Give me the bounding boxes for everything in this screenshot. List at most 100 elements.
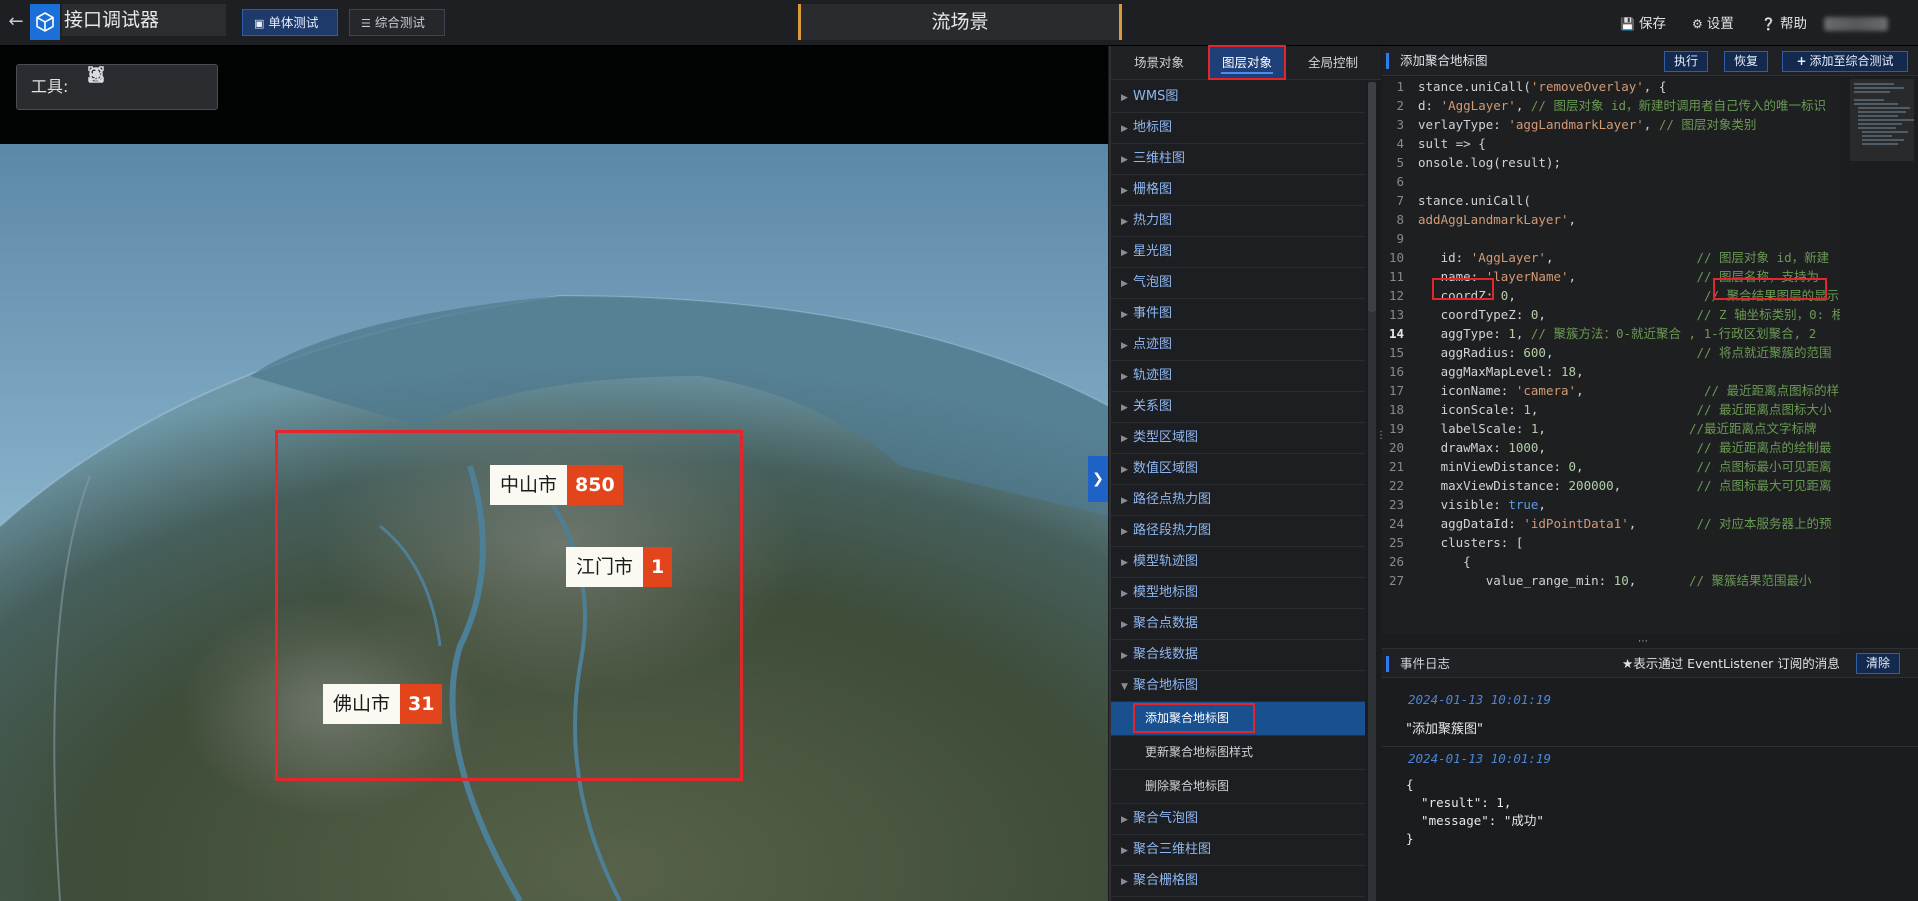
tree-subitem[interactable]: 添加聚合地标图 [1111, 702, 1365, 736]
tab-label: 综合测试 [374, 15, 425, 30]
add-to-integration-button[interactable]: + 添加至综合测试 [1782, 51, 1908, 72]
tree-item-label: 轨迹图 [1133, 368, 1173, 383]
save-icon: 💾 [1620, 17, 1635, 31]
caret-right-icon: ▶ [1121, 93, 1128, 103]
cluster-count: 31 [400, 684, 443, 724]
code-line: 23 visible: true, [1388, 497, 1546, 512]
tab-unit-test[interactable]: ▣ 单体测试 [242, 9, 338, 36]
tree-item[interactable]: ▶ 热力图 [1111, 206, 1365, 237]
log-timestamp: 2024-01-13 10:01:19 [1408, 692, 1551, 707]
tree-item[interactable]: ▶ 聚合栅格图 [1111, 866, 1365, 897]
pen-icon[interactable] [88, 66, 171, 99]
code-line: 5 onsole.log(result); [1396, 155, 1561, 170]
tree-item-label: 类型区域图 [1133, 430, 1199, 445]
arrow-left-icon[interactable]: ← [4, 10, 28, 34]
code-line: 14 aggType: 1, // 聚簇方法：0-就近聚合 , 1-行政区划聚合… [1388, 326, 1817, 341]
tree-item[interactable]: ▶ 气泡图 [1111, 268, 1365, 299]
caret-right-icon: ▶ [1121, 465, 1128, 475]
tree-item-label: 路径点热力图 [1133, 492, 1212, 507]
tree-item[interactable]: ▶ 轨迹图 [1111, 361, 1365, 392]
tree-item[interactable]: ▶ 聚合三维柱图 [1111, 835, 1365, 866]
panel-collapse-toggle[interactable]: ❯ [1088, 456, 1108, 502]
code-line: 7 stance.uniCall( [1396, 193, 1531, 208]
tree-item-label: 模型地标图 [1133, 585, 1199, 600]
tree-item-label: 聚合三维柱图 [1133, 842, 1212, 857]
layers-icon: ☰ [361, 17, 371, 30]
tree-item[interactable]: ▶ 模型地标图 [1111, 578, 1365, 609]
cluster-name: 江门市 [566, 547, 644, 587]
tree-item-label: 气泡图 [1133, 275, 1173, 290]
tab-scene-objects[interactable]: 场景对象 [1111, 46, 1207, 80]
tree-item-label: 星光图 [1133, 244, 1173, 259]
cluster-name: 中山市 [490, 465, 568, 505]
tree-item-label: 路径段热力图 [1133, 523, 1212, 538]
tree-item[interactable]: ▶ 模型轨迹图 [1111, 547, 1365, 578]
help-button[interactable]: ❔ 帮助 [1761, 14, 1807, 34]
tree-item[interactable]: ▶ 聚合气泡图 [1111, 804, 1365, 835]
tree-item[interactable]: ▶ 路径点热力图 [1111, 485, 1365, 516]
highlight-box [1713, 278, 1827, 300]
layer-tree-panel: 场景对象 图层对象 全局控制 ▶ WMS图 ▶ 地标图 ▶ 三维柱图 ▶ 栅格图 ▶ 热力图 ▶ 星光… [1109, 45, 1381, 901]
tree-item[interactable]: ▶ 类型区域图 [1111, 423, 1365, 454]
cluster-marker[interactable]: 江门市 1 [566, 547, 673, 587]
code-line: 15 aggRadius: 600, // 将点就近聚簇的范围 [1388, 345, 1832, 360]
scan-icon[interactable] [88, 66, 141, 99]
event-log-hint: ★表示通过 EventListener 订阅的消息 [1622, 656, 1840, 671]
tree-item[interactable]: ▶ 三维柱图 [1111, 144, 1365, 175]
tree-item-label: 聚合气泡图 [1133, 811, 1199, 826]
caret-right-icon: ▶ [1121, 124, 1128, 134]
toolbox: 工具: [16, 64, 218, 110]
cluster-marker[interactable]: 佛山市 31 [323, 684, 443, 724]
code-line: 19 labelScale: 1, //最近距离点文字标牌 [1388, 421, 1817, 436]
caret-right-icon: ▶ [1121, 558, 1128, 568]
code-line: 21 minViewDistance: 0, // 点图标最小可见距离 [1388, 459, 1832, 474]
tree-item[interactable]: ▶ 事件图 [1111, 299, 1365, 330]
tree-item[interactable]: ▼ 聚合地标图 [1111, 671, 1365, 702]
scene-title: 流场景 [798, 4, 1122, 40]
tree-item[interactable]: ▶ 数值区域图 [1111, 454, 1365, 485]
user-avatar[interactable] [1824, 17, 1888, 31]
caret-right-icon: ▶ [1121, 155, 1128, 165]
settings-label: 设置 [1706, 16, 1734, 32]
tree-scrollbar[interactable] [1365, 82, 1379, 901]
tree-item-label: 点迹图 [1133, 337, 1173, 352]
code-minimap[interactable] [1842, 77, 1918, 634]
tab-label: 单体测试 [268, 15, 319, 30]
event-log-title: 事件日志 [1400, 656, 1451, 671]
restore-button[interactable]: 恢复 [1724, 51, 1768, 72]
settings-button[interactable]: ⚙ 设置 [1692, 14, 1734, 34]
tree-subitem[interactable]: 更新聚合地标图样式 [1111, 736, 1365, 770]
tree-item[interactable]: ▶ 关系图 [1111, 392, 1365, 423]
tree-item-label: 事件图 [1133, 306, 1173, 321]
help-label: 帮助 [1779, 16, 1807, 32]
tree-item[interactable]: ▶ 栅格图 [1111, 175, 1365, 206]
map-viewport[interactable]: 工具: 中山市 850 江门市 1 佛山市 31 ❯ [0, 46, 1108, 901]
code-editor[interactable]: 1 stance.uniCall('removeOverlay', {2 d: 'A… [1382, 77, 1840, 634]
tab-global-control[interactable]: 全局控制 [1285, 46, 1381, 80]
code-line: 8 addAggLandmarkLayer', [1396, 212, 1577, 227]
tree-item[interactable]: ▶ 星光图 [1111, 237, 1365, 268]
cluster-marker[interactable]: 中山市 850 [490, 465, 623, 505]
code-line: 25 clusters: [ [1388, 535, 1524, 550]
tree-item[interactable]: ▶ 聚合点数据 [1111, 609, 1365, 640]
tree-item[interactable]: ▶ WMS图 [1111, 82, 1365, 113]
tree-item[interactable]: ▶ 点迹图 [1111, 330, 1365, 361]
clear-button[interactable]: 清除 [1856, 653, 1900, 674]
tree-item[interactable]: ▶ 路径段热力图 [1111, 516, 1365, 547]
settings-icon[interactable] [89, 67, 201, 99]
caret-right-icon: ▶ [1121, 372, 1128, 382]
tree-subitem[interactable]: 删除聚合地标图 [1111, 770, 1365, 804]
run-button[interactable]: 执行 [1664, 51, 1708, 72]
code-line: 1 stance.uniCall('removeOverlay', { [1396, 79, 1667, 94]
cluster-name: 佛山市 [323, 684, 401, 724]
caret-right-icon: ▶ [1121, 651, 1128, 661]
gear-icon: ⚙ [1692, 17, 1703, 31]
plus-icon: + [1796, 54, 1807, 68]
tree-item[interactable]: ▶ 地标图 [1111, 113, 1365, 144]
resize-dots-icon[interactable]: ⋯ [1638, 636, 1648, 647]
tab-integration-test[interactable]: ☰ 综合测试 [349, 9, 445, 36]
top-bar: ← 接口调试器 ▣ 单体测试 ☰ 综合测试 流场景 💾 保存 ⚙ 设置 ❔ 帮助 [0, 0, 1918, 46]
code-line: 16 aggMaxMapLevel: 18, [1388, 364, 1584, 379]
tree-item[interactable]: ▶ 聚合线数据 [1111, 640, 1365, 671]
save-button[interactable]: 💾 保存 [1620, 14, 1666, 34]
